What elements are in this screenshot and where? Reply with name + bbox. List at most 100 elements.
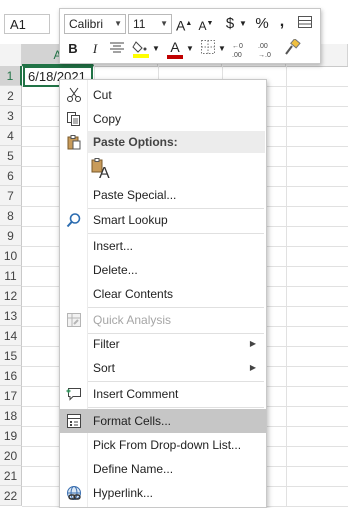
align-center-button[interactable] — [108, 41, 126, 61]
menu-separator — [88, 407, 264, 408]
menu-item-label: Quick Analysis — [93, 313, 172, 327]
font-color-swatch — [167, 55, 183, 59]
row-header[interactable]: 10 — [0, 246, 22, 266]
chevron-down-icon[interactable]: ▼ — [152, 39, 160, 59]
row-header[interactable]: 20 — [0, 446, 22, 466]
bold-button[interactable]: B — [66, 39, 80, 59]
menu-item-define-name[interactable]: Define Name... — [60, 457, 266, 481]
menu-item-cut[interactable]: Cut — [60, 83, 266, 107]
svg-text:→.0: →.0 — [258, 52, 271, 59]
menu-item-quick-analysis: Quick Analysis — [60, 308, 266, 332]
row-header[interactable]: 21 — [0, 466, 22, 486]
menu-item-insert-comment[interactable]: Insert Comment — [60, 382, 266, 406]
row-header[interactable]: 8 — [0, 206, 22, 226]
mini-toolbar: Calibri ▼ 11 ▼ A▲ A▼ $ ▼ % , B I ▼ A ▼ ▼… — [59, 8, 321, 64]
magnifier-icon — [66, 212, 82, 228]
row-header[interactable]: 18 — [0, 406, 22, 426]
paste-glyph: A — [99, 165, 110, 182]
decrease-decimal-button[interactable]: .00 →.0 — [256, 39, 278, 59]
menu-item-clear-contents[interactable]: Clear Contents — [60, 282, 266, 306]
row-header[interactable]: 4 — [0, 126, 22, 146]
menu-item-paste-special[interactable]: Paste Special... — [60, 183, 266, 207]
paste-keep-text-only-button[interactable]: A — [90, 158, 112, 182]
font-size-value: 11 — [133, 17, 146, 31]
menu-item-copy[interactable]: Copy — [60, 107, 266, 131]
row-header[interactable]: 11 — [0, 266, 22, 286]
row-header[interactable]: 3 — [0, 106, 22, 126]
row-header[interactable]: 9 — [0, 226, 22, 246]
select-all-corner[interactable] — [0, 44, 22, 66]
svg-text:.00: .00 — [258, 43, 268, 50]
grid-line — [286, 66, 287, 507]
row-header[interactable]: 5 — [0, 146, 22, 166]
fill-color-button[interactable] — [132, 39, 150, 59]
paste-options-header: Paste Options: — [87, 131, 265, 153]
menu-item-format-cells[interactable]: Format Cells... — [60, 409, 266, 433]
chevron-down-icon[interactable]: ▼ — [218, 39, 226, 59]
format-painter-icon[interactable] — [282, 38, 302, 59]
copy-icon — [66, 111, 82, 127]
row-header[interactable]: 17 — [0, 386, 22, 406]
menu-item-sort[interactable]: Sort ▶ — [60, 356, 266, 380]
format-cells-icon — [66, 413, 82, 429]
percent-style-button[interactable]: % — [253, 14, 271, 34]
menu-item-delete[interactable]: Delete... — [60, 258, 266, 282]
submenu-arrow-icon: ▶ — [249, 363, 256, 372]
font-color-button[interactable]: A — [166, 37, 184, 59]
menu-item-label: Cut — [93, 88, 112, 102]
quick-analysis-icon — [66, 312, 82, 328]
font-size-box[interactable]: 11 ▼ — [128, 14, 172, 34]
row-header[interactable]: 19 — [0, 426, 22, 446]
clipboard-icon — [66, 134, 82, 150]
chevron-down-icon: ▼ — [160, 19, 168, 28]
menu-item-label: Paste Special... — [93, 188, 177, 202]
row-header[interactable]: 1 — [0, 66, 22, 86]
chevron-down-icon: ▼ — [114, 19, 122, 28]
menu-item-label: Format Cells... — [93, 414, 172, 428]
comma-style-button[interactable]: , — [276, 12, 288, 32]
menu-item-insert[interactable]: Insert... — [60, 234, 266, 258]
menu-item-label: Pick From Drop-down List... — [93, 438, 242, 452]
row-header[interactable]: 16 — [0, 366, 22, 386]
submenu-arrow-icon: ▶ — [249, 339, 256, 348]
menu-item-label: Copy — [93, 112, 122, 126]
increase-decimal-button[interactable]: ←0.00 — [230, 39, 252, 59]
scissors-icon — [66, 87, 82, 103]
increase-font-size-button[interactable]: A▲ — [176, 14, 192, 34]
menu-item-label: Insert... — [93, 239, 134, 253]
borders-button[interactable] — [200, 40, 216, 60]
font-name-box[interactable]: Calibri ▼ — [64, 14, 126, 34]
menu-item-label: Clear Contents — [93, 287, 174, 301]
font-color-icon: A — [170, 39, 180, 55]
row-header[interactable]: 14 — [0, 326, 22, 346]
menu-item-label: Smart Lookup — [93, 213, 168, 227]
row-header[interactable]: 7 — [0, 186, 22, 206]
name-box[interactable]: A1 — [4, 14, 50, 34]
menu-item-filter[interactable]: Filter ▶ — [60, 332, 266, 356]
font-name-value: Calibri — [69, 17, 104, 31]
format-painter-table-icon[interactable] — [296, 14, 314, 34]
chevron-down-icon[interactable]: ▼ — [186, 39, 194, 59]
menu-item-label: Hyperlink... — [93, 486, 154, 500]
decrease-font-size-button[interactable]: A▼ — [198, 14, 214, 34]
paste-options-label: Paste Options: — [93, 135, 178, 149]
svg-text:←0: ←0 — [232, 43, 243, 50]
hyperlink-icon — [66, 485, 82, 501]
menu-item-hyperlink[interactable]: Hyperlink... — [60, 481, 266, 505]
context-menu: Cut Copy Paste Options: A Paste Special.… — [59, 79, 267, 508]
menu-item-pick-from-list[interactable]: Pick From Drop-down List... — [60, 433, 266, 457]
row-header[interactable]: 13 — [0, 306, 22, 326]
menu-item-label: Delete... — [93, 263, 138, 277]
menu-item-label: Define Name... — [93, 462, 174, 476]
menu-item-smart-lookup[interactable]: Smart Lookup — [60, 208, 266, 232]
row-header[interactable]: 6 — [0, 166, 22, 186]
row-header[interactable]: 22 — [0, 486, 22, 506]
italic-button[interactable]: I — [88, 39, 102, 59]
row-header[interactable]: 15 — [0, 346, 22, 366]
grow-font-icon: A — [176, 17, 186, 34]
chevron-down-icon[interactable]: ▼ — [238, 14, 248, 34]
row-header[interactable]: 12 — [0, 286, 22, 306]
row-header[interactable]: 2 — [0, 86, 22, 106]
menu-item-label: Sort — [93, 361, 116, 375]
accounting-format-button[interactable]: $ — [222, 14, 238, 34]
